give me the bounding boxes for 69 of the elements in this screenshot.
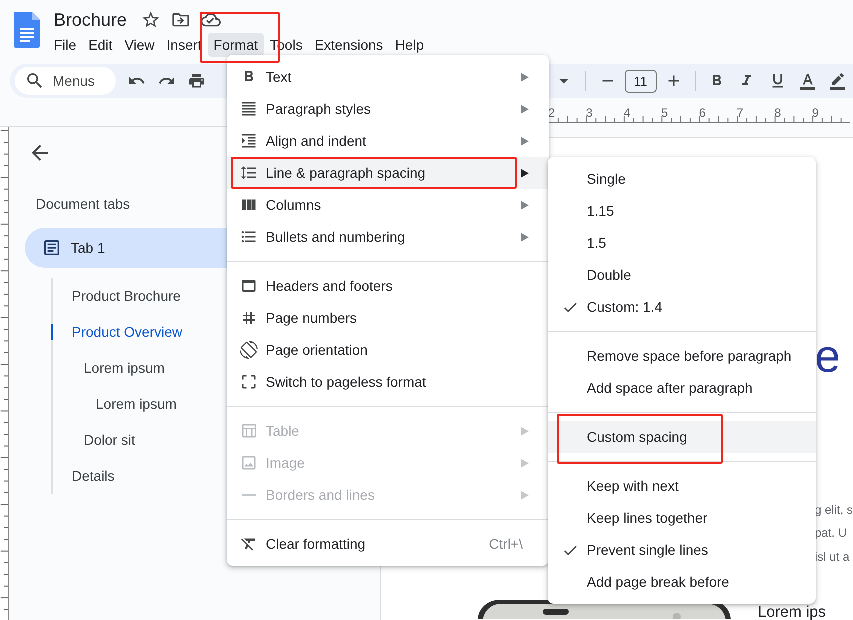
shortcut-text: Ctrl+\: [489, 536, 523, 552]
hash-icon: [240, 309, 258, 327]
ruler-number: 6: [698, 106, 707, 120]
outline-item[interactable]: Lorem ipsum: [51, 386, 177, 422]
menu-item[interactable]: Custom: 1.4: [548, 291, 816, 323]
outline-item[interactable]: Dolor sit: [51, 422, 136, 458]
lines-icon: [240, 100, 258, 118]
menu-item[interactable]: Single: [548, 163, 816, 195]
menu-item[interactable]: 1.5: [548, 227, 816, 259]
menu-item[interactable]: Extensions: [308, 33, 390, 57]
search-field[interactable]: Menus: [15, 67, 116, 95]
pencil-icon[interactable]: [828, 72, 847, 90]
body-text: pat. U: [814, 525, 848, 542]
ruler-number: 9: [811, 106, 820, 120]
star-icon[interactable]: [141, 10, 162, 30]
ruler-number: 5: [660, 106, 670, 120]
menu-item[interactable]: Page numbers: [227, 302, 549, 334]
body-text: isl ut a: [814, 548, 851, 566]
menu-item[interactable]: Columns: [227, 189, 549, 221]
rotate-page-icon: [240, 341, 258, 359]
outline-item[interactable]: Product Brochure: [51, 278, 181, 314]
menu-item[interactable]: Text: [227, 61, 549, 93]
indent-icon: [240, 132, 258, 150]
menu-item[interactable]: Add space after paragraph: [548, 372, 816, 404]
menu-item[interactable]: 1.15: [548, 195, 816, 227]
menu-item[interactable]: Custom spacing: [548, 421, 816, 453]
sidebar-heading: Document tabs: [36, 196, 130, 212]
menu-item[interactable]: Keep with next: [548, 470, 816, 502]
menu-item[interactable]: Paragraph styles: [227, 93, 549, 125]
dashed-frame-icon: [240, 373, 258, 391]
ruler-number: 4: [622, 106, 632, 120]
search-placeholder: Menus: [53, 73, 96, 89]
text-color-icon[interactable]: [798, 72, 817, 90]
header-icon: [240, 277, 258, 295]
document-icon: [42, 238, 62, 258]
menu-item[interactable]: Headers and footers: [227, 270, 549, 302]
line-spacing-icon: [240, 164, 258, 182]
document-title[interactable]: Brochure: [54, 10, 128, 30]
menu-item[interactable]: Double: [548, 259, 816, 291]
docs-logo-icon: [14, 12, 40, 48]
menu-item[interactable]: Add page break before: [548, 566, 816, 598]
menu-item[interactable]: Insert: [160, 33, 208, 57]
menu-item[interactable]: Clear formatting Ctrl+\: [227, 528, 549, 560]
menu-item[interactable]: Switch to pageless format: [227, 366, 549, 398]
print-icon[interactable]: [188, 72, 206, 90]
menu-item[interactable]: Align and indent: [227, 125, 549, 157]
search-icon: [25, 71, 45, 91]
menu-item[interactable]: View: [118, 33, 161, 57]
menu-item[interactable]: Page orientation: [227, 334, 549, 366]
outline-item[interactable]: Details: [51, 458, 115, 494]
menu-item[interactable]: Remove space before paragraph: [548, 340, 816, 372]
document-subheading: Lorem ips: [758, 605, 826, 620]
image-icon: [240, 454, 258, 472]
ruler-number: 2: [547, 106, 556, 120]
menu-item[interactable]: Format: [208, 33, 264, 57]
menu-item[interactable]: Help: [389, 33, 430, 57]
menu-item[interactable]: File: [48, 33, 83, 57]
menu-item[interactable]: Keep lines together: [548, 502, 816, 534]
ruler-number: 7: [736, 106, 745, 120]
menu-item[interactable]: Prevent single lines: [548, 534, 816, 566]
font-size-field[interactable]: 11: [624, 70, 657, 92]
document-heading: e: [814, 332, 842, 380]
line-icon: [242, 494, 256, 496]
ruler-number: 8: [774, 106, 782, 120]
ruler-number: 3: [585, 106, 594, 120]
outline-item[interactable]: Lorem ipsum: [51, 350, 165, 386]
menu-item[interactable]: Edit: [82, 33, 119, 57]
table-icon: [240, 422, 258, 440]
outline-item[interactable]: Product Overview: [51, 314, 182, 350]
